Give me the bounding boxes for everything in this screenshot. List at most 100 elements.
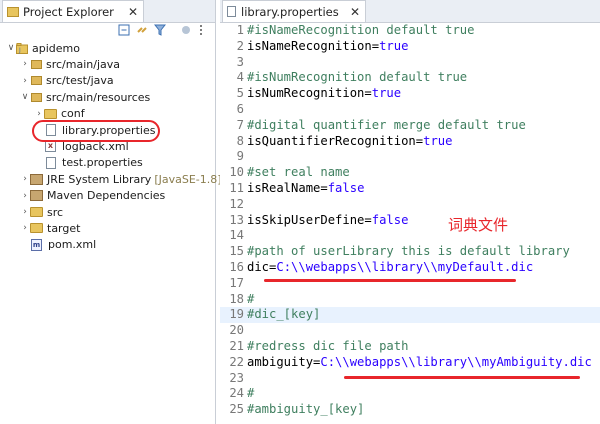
code-line[interactable]: 7 #digital quantifier merge default true (220, 118, 600, 134)
view-menu-icon[interactable] (198, 24, 204, 36)
tree-item-label: Maven Dependencies (47, 189, 166, 203)
tree-item-label: src/test/java (46, 74, 114, 88)
comment-text: #dic_[key] (247, 307, 321, 322)
property-key: isNumRecognition= (247, 86, 372, 101)
tab-library-properties[interactable]: library.properties ✕ (222, 0, 366, 22)
package-icon (31, 59, 42, 69)
tree-item[interactable]: › src/test/java (20, 73, 114, 89)
code-line[interactable]: 16 dic=C:\\webapps\\library\\myDefault.di… (220, 260, 600, 276)
comment-text: #digital quantifier merge default true (247, 117, 526, 132)
code-line[interactable]: 2 isNameRecognition=true (220, 39, 600, 55)
tree-item[interactable]: ∨ Japidemo (6, 40, 80, 56)
line-number: 8 (236, 133, 244, 148)
line-number: 9 (236, 149, 244, 164)
tab-project-explorer-label: Project Explorer (23, 4, 114, 19)
close-icon[interactable]: ✕ (350, 5, 360, 19)
line-number: 23 (229, 370, 244, 385)
focus-icon[interactable] (180, 24, 192, 36)
comment-text: #set real name (247, 165, 350, 180)
comment-text: # (247, 386, 255, 401)
code-line[interactable]: 10 #set real name (220, 165, 600, 181)
pom-file-icon: m (31, 238, 42, 251)
file-icon (46, 156, 56, 169)
explorer-toolbar (0, 22, 215, 40)
tree-item[interactable]: › src/main/java (20, 56, 120, 72)
folder-icon (30, 207, 43, 217)
line-number: 17 (229, 275, 244, 290)
close-icon[interactable]: ✕ (128, 5, 138, 19)
code-line[interactable]: 14 (220, 228, 600, 244)
chevron-right-icon[interactable]: › (20, 207, 30, 217)
code-line[interactable]: 22 ambiguity=C:\\webapps\\library\\myAmbi… (220, 355, 600, 371)
tab-project-explorer[interactable]: Project Explorer ✕ (2, 0, 144, 22)
tree-item[interactable]: m pom.xml (20, 237, 96, 253)
line-number: 4 (236, 70, 244, 85)
chevron-down-icon[interactable]: ∨ (20, 92, 30, 102)
chevron-right-icon[interactable]: › (20, 174, 30, 184)
chevron-right-icon[interactable]: › (20, 59, 30, 69)
tab-library-properties-label: library.properties (241, 4, 339, 19)
tree-item-label: src (47, 205, 64, 219)
code-line[interactable]: 11 isRealName=false (220, 181, 600, 197)
code-line[interactable]: 19 #dic_[key] (220, 307, 600, 324)
code-line[interactable]: 18 # (220, 292, 600, 308)
tree-item[interactable]: ∨ src/main/resources (20, 89, 151, 105)
property-value: false (327, 181, 365, 195)
code-line[interactable]: 12 (220, 197, 600, 213)
code-line[interactable]: 5 isNumRecognition=true (220, 86, 600, 102)
code-line[interactable]: 8 isQuantifierRecognition=true (220, 134, 600, 150)
link-with-editor-icon[interactable] (136, 24, 148, 36)
code-line[interactable]: 21 #redress dic file path (220, 339, 600, 355)
annotation-underline (344, 376, 580, 379)
code-line[interactable]: 24 # (220, 386, 600, 402)
tree-item[interactable]: › target (20, 220, 80, 236)
code-line[interactable]: 25 #ambiguity_[key] (220, 402, 600, 418)
property-value: C:\\webapps\\library\\myDefault.dic (276, 260, 534, 274)
tree-item-label: apidemo (32, 41, 80, 55)
chevron-down-icon[interactable]: ∨ (6, 43, 16, 53)
tree-item[interactable]: › src (20, 204, 63, 220)
code-line[interactable]: 6 (220, 102, 600, 118)
tree-item[interactable]: › JRE System Library [JavaSE-1.8] (20, 171, 221, 187)
library-icon (30, 190, 43, 202)
properties-file-icon (227, 6, 236, 17)
tree-item-label: pom.xml (48, 238, 97, 252)
line-number: 1 (236, 23, 244, 37)
code-line[interactable]: 15 #path of userLibrary this is default l… (220, 244, 600, 260)
code-line[interactable]: 9 (220, 149, 600, 165)
chevron-right-icon[interactable]: › (20, 76, 30, 86)
property-value: C:\\webapps\\library\\myAmbiguity.dic (320, 354, 592, 369)
line-number: 21 (229, 339, 244, 353)
code-line[interactable]: 3 (220, 55, 600, 71)
project-explorer-panel: Project Explorer ✕ ∨ Japidemo › src/main/ja… (0, 0, 222, 424)
comment-text: #path of userLibrary this is default lib… (247, 244, 570, 259)
comment-text: # (247, 291, 255, 306)
code-line[interactable]: 1 #isNameRecognition default true (220, 23, 600, 39)
line-number: 20 (229, 323, 244, 338)
package-icon (31, 92, 42, 102)
tree-item[interactable]: test.properties (34, 155, 143, 171)
code-line[interactable]: 20 (220, 323, 600, 339)
property-key: isSkipUserDefine= (247, 212, 372, 227)
line-number: 7 (236, 117, 244, 132)
filter-icon[interactable] (154, 24, 166, 36)
chevron-right-icon[interactable]: › (20, 223, 30, 233)
annotation-text: 词典文件 (448, 216, 509, 234)
line-number: 14 (229, 228, 244, 243)
comment-text: #isNumRecognition default true (247, 70, 468, 85)
property-key: isQuantifierRecognition= (247, 133, 424, 148)
line-number: 25 (229, 402, 244, 417)
explorer-tab-bar: Project Explorer ✕ (0, 0, 215, 23)
tree-item-label: src/main/java (46, 57, 121, 71)
property-key: isRealName= (247, 181, 328, 195)
comment-text: #isNameRecognition default true (247, 23, 475, 37)
chevron-right-icon[interactable]: › (20, 191, 30, 201)
code-line[interactable]: 13 isSkipUserDefine=false (220, 213, 600, 229)
collapse-all-icon[interactable] (118, 24, 130, 36)
line-number: 15 (229, 244, 244, 259)
chevron-right-icon[interactable]: › (34, 109, 44, 119)
tree-item[interactable]: › Maven Dependencies (20, 188, 165, 204)
line-number: 12 (229, 196, 244, 211)
code-line[interactable]: 4 #isNumRecognition default true (220, 70, 600, 86)
